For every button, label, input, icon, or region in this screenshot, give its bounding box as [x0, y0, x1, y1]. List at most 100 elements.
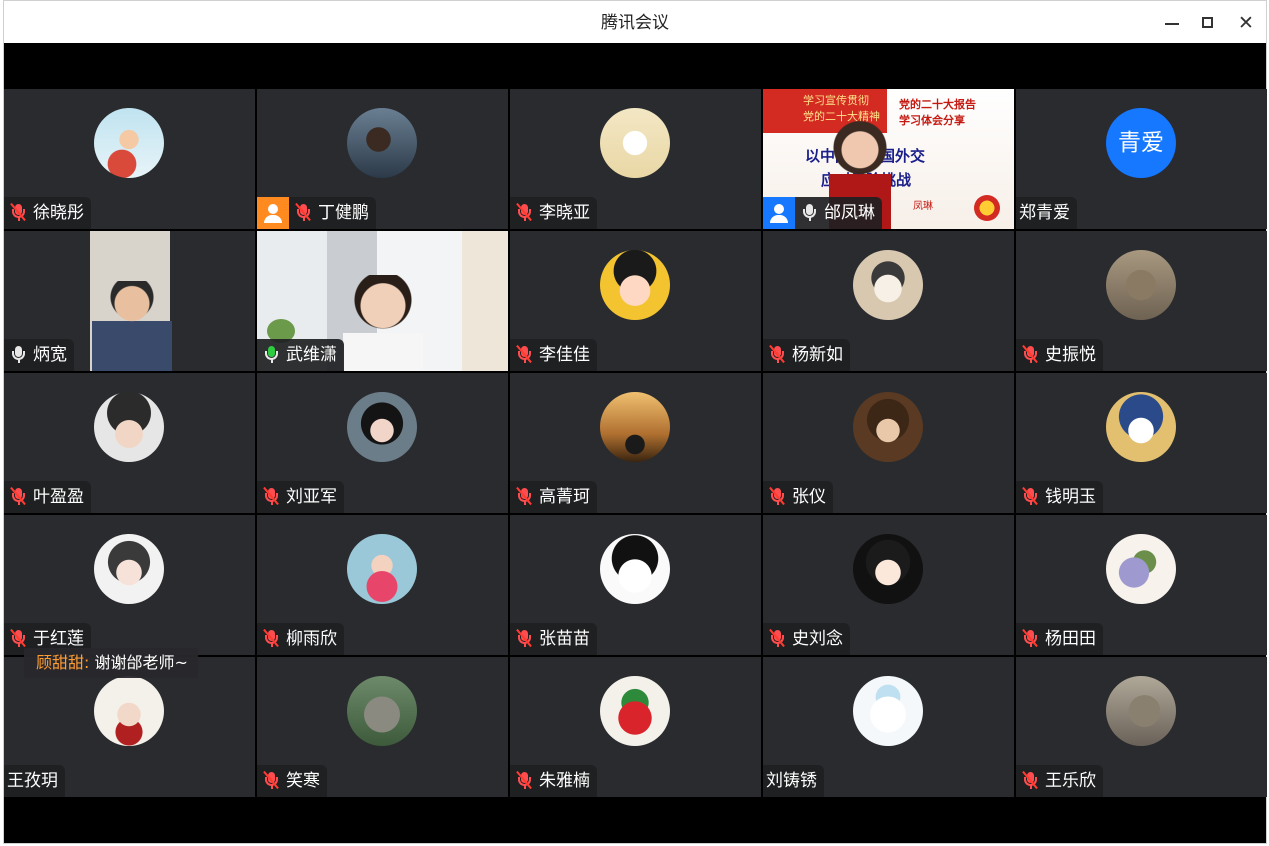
participant-nameplate: 张仪: [763, 481, 833, 513]
participant-tile[interactable]: 杨田田: [1016, 515, 1267, 655]
avatar: [853, 534, 923, 604]
party-emblem-icon: [974, 195, 1000, 221]
avatar: [600, 534, 670, 604]
participant-tile[interactable]: 青爱 郑青爱: [1016, 89, 1267, 229]
participant-name: 朱雅楠: [539, 771, 590, 791]
mic-muted-icon: [1022, 344, 1038, 364]
chat-sender: 顾甜甜:: [36, 653, 90, 672]
mic-muted-icon: [516, 202, 532, 222]
mic-stem: [524, 217, 526, 221]
minimize-button[interactable]: [1160, 11, 1184, 35]
participant-name: 张仪: [792, 487, 826, 507]
mic-stem: [1030, 359, 1032, 363]
mic-muted-icon: [1022, 770, 1038, 790]
participant-tile[interactable]: 丁健鹏: [257, 89, 508, 229]
participant-name: 叶盈盈: [33, 487, 84, 507]
participant-nameplate: 炳宽: [4, 339, 74, 371]
participant-name: 王孜玥: [7, 771, 58, 791]
avatar: [600, 108, 670, 178]
avatar: [94, 108, 164, 178]
mic-stem: [18, 359, 20, 363]
video-stage: 徐晓彤 丁健鹏 李晓亚 学习宣传贯彻党的二十大精神党的二十大报告学习体会分享以中国式大…: [4, 43, 1267, 843]
participant-nameplate: 刘铸锈: [763, 765, 824, 797]
participant-nameplate: 柳雨欣: [257, 623, 344, 655]
participant-tile[interactable]: 史刘念: [763, 515, 1014, 655]
participant-tile[interactable]: 钱明玉: [1016, 373, 1267, 513]
participant-name: 李佳佳: [539, 345, 590, 365]
mic-muted-icon: [295, 202, 311, 222]
participant-name: 笑寒: [286, 771, 320, 791]
participant-tile[interactable]: 高菁珂: [510, 373, 761, 513]
badge-body: [770, 215, 788, 223]
participant-tile[interactable]: 刘亚军: [257, 373, 508, 513]
mic-muted-icon: [263, 628, 279, 648]
participant-tile[interactable]: 史振悦: [1016, 231, 1267, 371]
participant-nameplate: 史振悦: [1016, 339, 1103, 371]
mic-stem: [777, 359, 779, 363]
participant-tile[interactable]: 张苗苗: [510, 515, 761, 655]
participant-tile[interactable]: 王孜玥: [4, 657, 255, 797]
mic-stem: [271, 643, 273, 647]
avatar: [853, 250, 923, 320]
mic-muted-icon: [516, 344, 532, 364]
mic-muted-icon: [263, 770, 279, 790]
participant-name: 邰凤琳: [824, 203, 875, 223]
cohost-badge-icon: [763, 197, 795, 229]
participant-name: 王乐欣: [1045, 771, 1096, 791]
mic-stem: [777, 643, 779, 647]
participant-name: 杨新如: [792, 345, 843, 365]
participant-tile[interactable]: 于红莲: [4, 515, 255, 655]
participant-nameplate: 徐晓彤: [4, 197, 91, 229]
participant-tile[interactable]: 杨新如: [763, 231, 1014, 371]
participant-nameplate: 武维潇: [257, 339, 344, 371]
participant-nameplate: 邰凤琳: [795, 197, 882, 229]
participant-name: 高菁珂: [539, 487, 590, 507]
maximize-button[interactable]: [1196, 11, 1220, 35]
host-badge-icon: [257, 197, 289, 229]
mic-stem: [524, 501, 526, 505]
participant-tile[interactable]: 朱雅楠: [510, 657, 761, 797]
avatar: [94, 392, 164, 462]
avatar: [1106, 676, 1176, 746]
mic-stem: [524, 785, 526, 789]
participant-name: 徐晓彤: [33, 203, 84, 223]
chat-message: 谢谢邰老师~: [94, 653, 188, 672]
participant-tile[interactable]: 李晓亚: [510, 89, 761, 229]
slide-header-line: 党的二十大报告: [899, 98, 976, 111]
participant-tile[interactable]: 武维潇: [257, 231, 508, 371]
participant-video-person: [343, 275, 423, 371]
participant-nameplate: 李晓亚: [510, 197, 597, 229]
avatar: [1106, 250, 1176, 320]
participant-tile[interactable]: 王乐欣: [1016, 657, 1267, 797]
mic-stem: [777, 501, 779, 505]
participant-name: 史刘念: [792, 629, 843, 649]
avatar: [853, 676, 923, 746]
avatar: [94, 534, 164, 604]
participant-nameplate: 李佳佳: [510, 339, 597, 371]
close-button[interactable]: ✕: [1234, 11, 1258, 35]
participant-tile[interactable]: 李佳佳: [510, 231, 761, 371]
mic-stem: [1030, 501, 1032, 505]
participant-tile[interactable]: 张仪: [763, 373, 1014, 513]
participant-tile[interactable]: 叶盈盈: [4, 373, 255, 513]
slide-tag: 学习宣传贯彻: [803, 94, 869, 107]
avatar: [1106, 392, 1176, 462]
participant-tile[interactable]: 刘铸锈: [763, 657, 1014, 797]
participant-tile[interactable]: 学习宣传贯彻党的二十大精神党的二十大报告学习体会分享以中国式大国外交应对风险挑战…: [763, 89, 1014, 229]
participant-tile[interactable]: 柳雨欣: [257, 515, 508, 655]
avatar: [347, 676, 417, 746]
mic-stem: [271, 501, 273, 505]
mic-icon: [801, 203, 817, 221]
mic-stem: [524, 643, 526, 647]
badge-head: [268, 204, 278, 214]
mic-stem: [1030, 785, 1032, 789]
chat-bubble: 顾甜甜: 谢谢邰老师~: [24, 648, 198, 678]
participant-nameplate: 笑寒: [257, 765, 327, 797]
participant-nameplate: 丁健鹏: [289, 197, 376, 229]
participant-name: 炳宽: [33, 345, 67, 365]
participant-tile[interactable]: 炳宽: [4, 231, 255, 371]
participant-tile[interactable]: 笑寒: [257, 657, 508, 797]
participant-tile[interactable]: 徐晓彤: [4, 89, 255, 229]
participant-name: 武维潇: [286, 345, 337, 365]
avatar: [347, 108, 417, 178]
